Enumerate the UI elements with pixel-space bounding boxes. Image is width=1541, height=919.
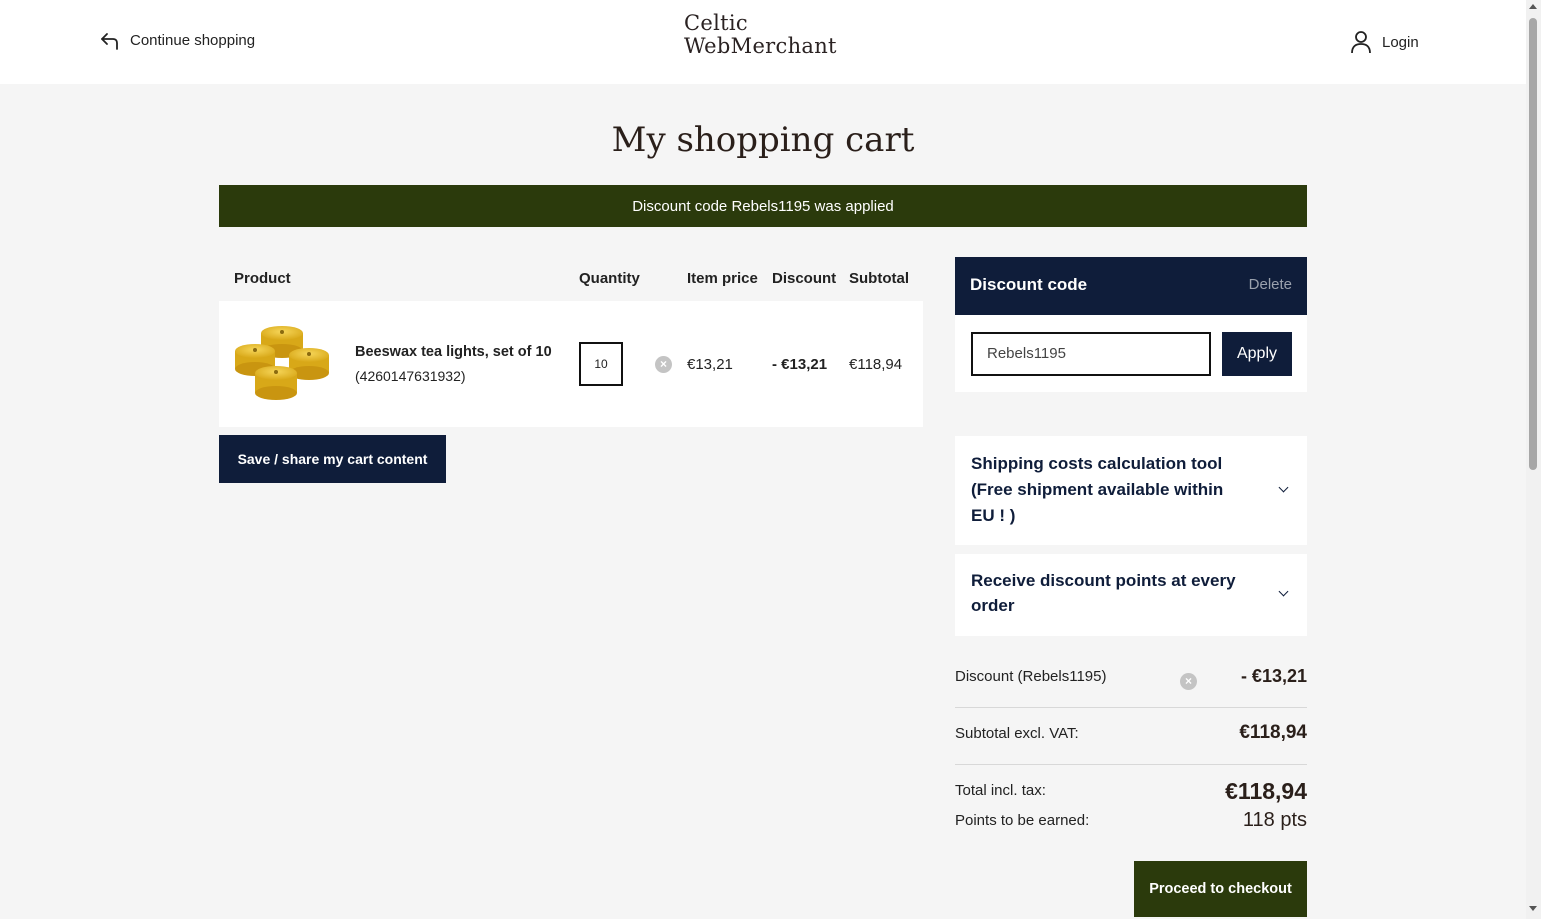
item-price: €13,21: [687, 356, 733, 373]
login-link[interactable]: Login: [1350, 30, 1419, 54]
remove-discount-icon[interactable]: ×: [1180, 673, 1197, 690]
summary-discount-value: - €13,21: [1240, 666, 1307, 686]
discount-points-label: Receive discount points at every order: [971, 571, 1236, 615]
total-label: Total incl. tax:: [955, 782, 1046, 799]
product-image[interactable]: [233, 323, 331, 405]
discount-code-title: Discount code: [970, 275, 1088, 294]
save-share-cart-button[interactable]: Save / share my cart content: [219, 435, 446, 483]
shipping-calculator-accordion[interactable]: Shipping costs calculation tool (Free sh…: [955, 436, 1307, 545]
user-icon: [1351, 31, 1371, 54]
continue-shopping-link[interactable]: Continue shopping: [100, 30, 255, 50]
back-arrow-icon: [101, 33, 118, 50]
apply-discount-button[interactable]: Apply: [1222, 332, 1292, 376]
column-header-quantity: Quantity: [579, 270, 640, 287]
discount-code-input[interactable]: Rebels1195: [971, 332, 1211, 376]
column-header-item-price: Item price: [687, 270, 758, 287]
chevron-down-icon: [1278, 586, 1289, 597]
subtotal-label: Subtotal excl. VAT:: [955, 725, 1079, 742]
column-header-product: Product: [234, 270, 291, 287]
divider: [955, 764, 1307, 765]
discount-applied-notice: Discount code Rebels1195 was applied: [219, 185, 1307, 227]
cart-item-row: Beeswax tea lights, set of 10 (426014763…: [219, 301, 923, 427]
shipping-calculator-label: Shipping costs calculation tool (Free sh…: [971, 454, 1224, 525]
page-scrollbar[interactable]: [1526, 0, 1541, 919]
points-label: Points to be earned:: [955, 812, 1090, 829]
summary-discount-label: Discount (Rebels1195): [955, 668, 1107, 685]
scroll-up-arrow-icon[interactable]: [1529, 4, 1537, 9]
page-title: My shopping cart: [611, 120, 915, 160]
discount-code-body: Rebels1195 Apply: [955, 315, 1307, 392]
delete-discount-link[interactable]: Delete: [1249, 276, 1292, 293]
column-header-discount: Discount: [772, 270, 837, 287]
top-bar: Continue shopping Celtic WebMerchant Log…: [0, 0, 1526, 84]
proceed-to-checkout-button[interactable]: Proceed to checkout: [1134, 861, 1307, 917]
continue-shopping-label: Continue shopping: [130, 31, 256, 49]
logo-line-1: Celtic: [684, 11, 748, 35]
item-discount: - €13,21: [772, 356, 828, 373]
login-label: Login: [1382, 33, 1419, 51]
logo-line-2: WebMerchant: [684, 34, 837, 58]
column-header-subtotal: Subtotal: [849, 270, 909, 287]
remove-item-icon[interactable]: ×: [655, 356, 672, 373]
scrollbar-thumb[interactable]: [1529, 18, 1537, 470]
subtotal-value: €118,94: [1239, 722, 1307, 743]
product-name[interactable]: Beeswax tea lights, set of 10: [355, 344, 552, 360]
quantity-input[interactable]: 10: [579, 342, 623, 386]
scroll-down-arrow-icon[interactable]: [1529, 906, 1537, 911]
product-sku: (4260147631932): [355, 368, 466, 384]
discount-code-header: Discount code Delete: [955, 257, 1307, 315]
points-value: 118 pts: [1242, 809, 1307, 831]
item-subtotal: €118,94: [849, 356, 903, 373]
total-value: €118,94: [1225, 778, 1307, 804]
divider: [955, 707, 1307, 708]
site-logo[interactable]: Celtic WebMerchant: [684, 12, 837, 58]
chevron-down-icon: [1278, 482, 1289, 493]
discount-points-accordion[interactable]: Receive discount points at every order: [955, 554, 1307, 636]
